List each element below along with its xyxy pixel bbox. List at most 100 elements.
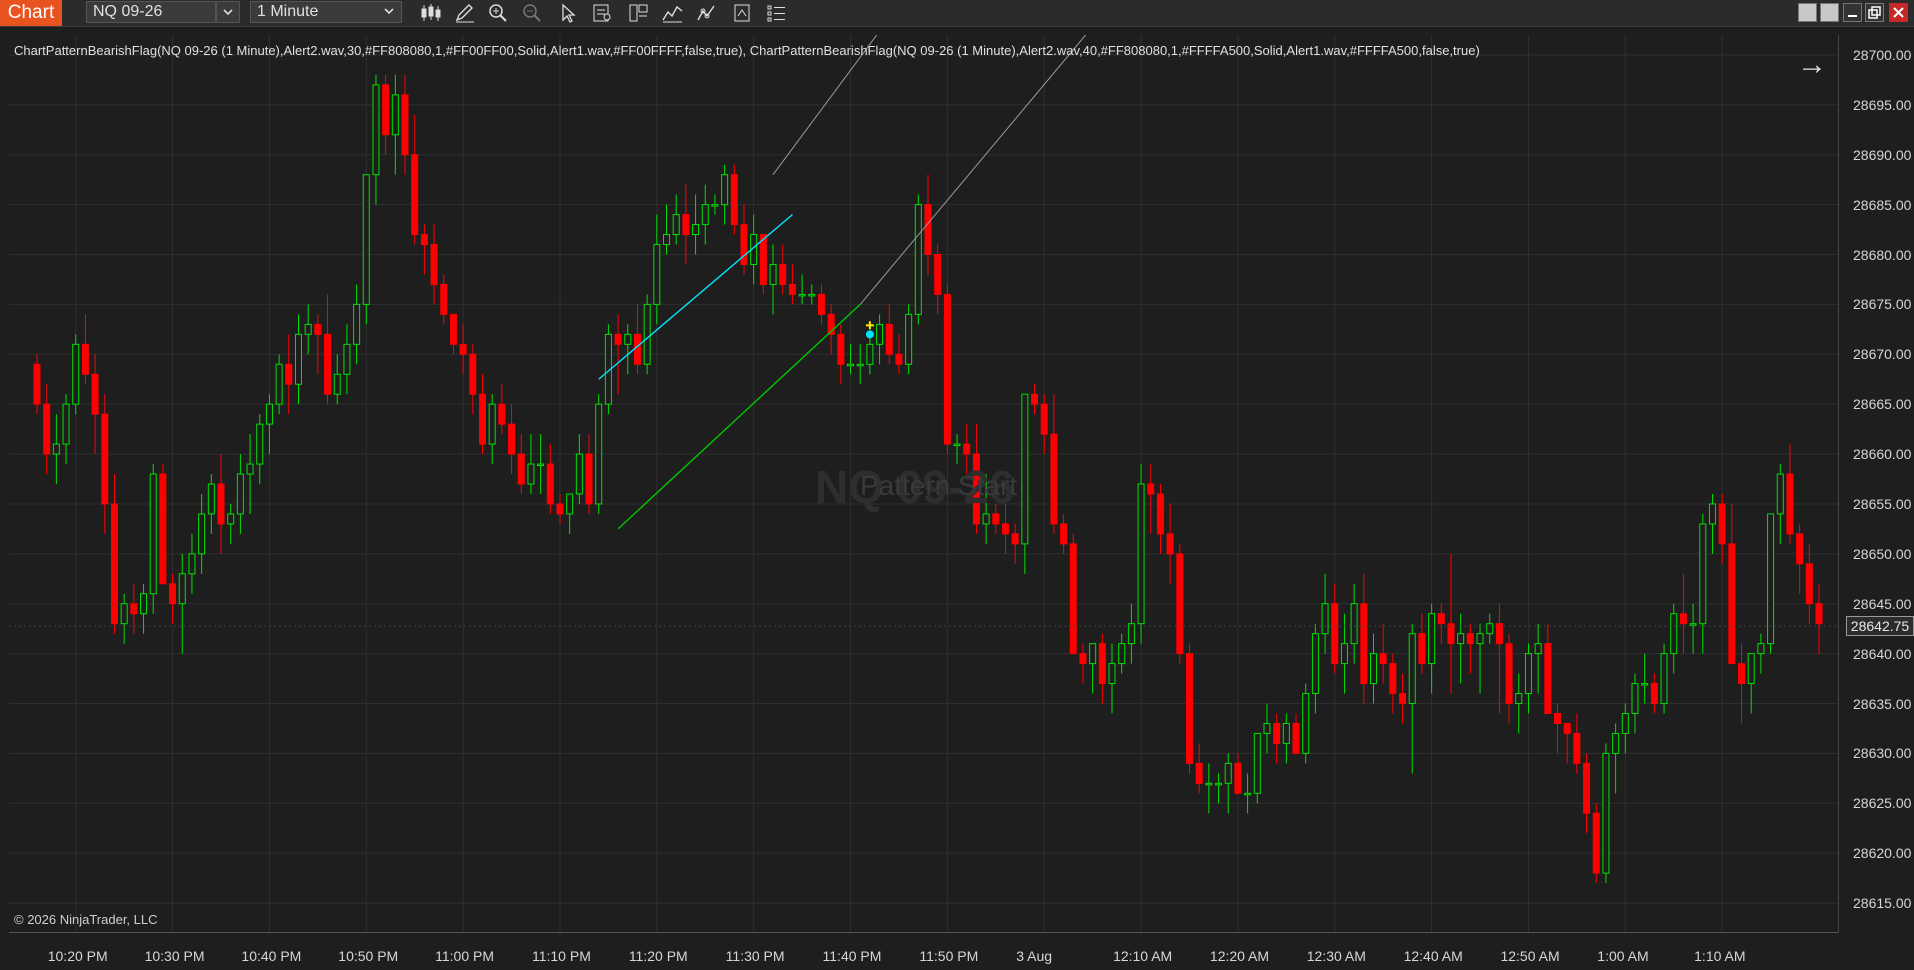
candle-body — [982, 513, 990, 525]
candle-body — [411, 154, 419, 236]
candle-body — [1021, 393, 1029, 545]
candle-body — [817, 293, 825, 315]
candle-body — [1137, 483, 1145, 625]
chevron-down-icon — [223, 9, 233, 16]
candle-body — [1273, 722, 1281, 744]
object-list-button[interactable] — [764, 2, 790, 24]
templates-button[interactable] — [730, 2, 756, 24]
candle-body — [101, 413, 109, 505]
candle-body — [1534, 643, 1542, 655]
candle-body — [653, 244, 661, 305]
price-tick-label: 28665.00 — [1853, 396, 1912, 413]
candle-body — [1118, 643, 1126, 665]
candle-body — [1728, 543, 1736, 665]
candle-body — [1767, 513, 1775, 645]
instrument-dropdown-button[interactable] — [216, 1, 240, 23]
restore-button[interactable] — [1865, 3, 1884, 22]
candle-body — [149, 473, 157, 595]
window-option-button-2[interactable] — [1820, 3, 1839, 22]
candle-body — [614, 333, 622, 345]
candle-body — [1699, 523, 1707, 625]
candle-body — [1108, 663, 1116, 685]
zoom-in-button[interactable] — [486, 2, 512, 24]
candle-body — [1650, 683, 1658, 705]
candle-body — [866, 343, 874, 365]
zoom-out-button[interactable] — [520, 2, 546, 24]
template-icon — [734, 4, 750, 22]
candle-body — [1224, 762, 1232, 784]
drawing-tools-button[interactable] — [452, 2, 478, 24]
strategies-button[interactable] — [694, 2, 720, 24]
candle-body — [1466, 633, 1474, 645]
candle-body — [1515, 693, 1523, 705]
properties-icon — [629, 4, 648, 22]
chevron-down-icon — [384, 8, 394, 15]
copyright-text: © 2026 NinjaTrader, LLC — [14, 912, 158, 927]
candle-body — [672, 214, 680, 236]
time-tick-label: 12:20 AM — [1209, 948, 1270, 964]
scroll-to-latest-icon[interactable]: → — [1797, 48, 1827, 82]
candle-body — [1079, 653, 1087, 665]
candle-body — [643, 303, 651, 365]
pattern-projection-line — [859, 35, 1087, 305]
candle-body — [1253, 732, 1261, 794]
candle-body — [1641, 683, 1649, 686]
zoom-in-icon — [489, 4, 507, 22]
minimize-button[interactable] — [1843, 3, 1862, 22]
candle-body — [663, 234, 671, 246]
candle-body — [963, 443, 971, 455]
chart-tab[interactable]: Chart — [0, 0, 62, 26]
chart-toolbar: Chart NQ 09-26 1 Minute — [0, 0, 1914, 27]
candle-body — [1215, 782, 1223, 786]
pointer-button[interactable] — [556, 2, 582, 24]
candle-body — [1757, 643, 1765, 655]
candle-body — [1156, 493, 1164, 535]
candle-body — [1486, 623, 1494, 635]
candle-body — [1011, 533, 1019, 545]
candle-body — [1805, 563, 1813, 605]
candle-body — [779, 263, 787, 285]
time-tick-label: 12:30 AM — [1306, 948, 1366, 964]
candle-body — [914, 204, 922, 315]
candle-body — [1176, 553, 1184, 655]
indicators-button[interactable] — [660, 2, 686, 24]
price-tick-label: 28635.00 — [1853, 695, 1912, 712]
price-tick-label: 28620.00 — [1853, 845, 1912, 862]
candle-body — [527, 463, 535, 485]
price-axis[interactable]: 28700.00 28695.00 28690.00 28685.00 28680.00… — [1838, 35, 1914, 933]
candle-body — [508, 423, 516, 455]
window-option-button-1[interactable] — [1798, 3, 1817, 22]
candle-body — [1679, 613, 1687, 625]
candle-body — [159, 473, 167, 585]
candle-body — [72, 343, 80, 405]
candle-body — [1031, 393, 1039, 405]
candle-body — [207, 483, 215, 515]
candle-body — [953, 443, 961, 447]
candle-body — [1185, 653, 1193, 764]
candle-body — [847, 363, 855, 367]
candle-body — [33, 363, 41, 405]
candle-body — [1292, 722, 1300, 754]
instrument-selector[interactable]: NQ 09-26 — [86, 1, 216, 23]
interval-dropdown-button[interactable] — [378, 1, 402, 23]
candle-body — [788, 283, 796, 295]
candle-body — [1563, 722, 1571, 734]
close-button[interactable] — [1889, 3, 1908, 22]
candle-body — [1360, 603, 1368, 685]
candle-body — [682, 214, 690, 236]
candle-body — [1369, 653, 1378, 685]
candle-body — [856, 363, 864, 367]
bars-type-button[interactable] — [418, 2, 444, 24]
price-tick-label: 28630.00 — [1853, 745, 1912, 762]
strategy-icon — [697, 5, 715, 21]
candle-body — [1234, 762, 1242, 794]
data-box-button[interactable] — [590, 2, 616, 24]
chart-properties-button[interactable] — [626, 2, 652, 24]
candle-body — [566, 493, 574, 515]
restore-icon — [1868, 6, 1881, 19]
candle-body — [798, 293, 806, 297]
minimize-icon — [1848, 15, 1857, 17]
candle-body — [382, 84, 390, 136]
price-tick-label: 28645.00 — [1853, 595, 1912, 612]
candle-body — [1738, 663, 1746, 685]
